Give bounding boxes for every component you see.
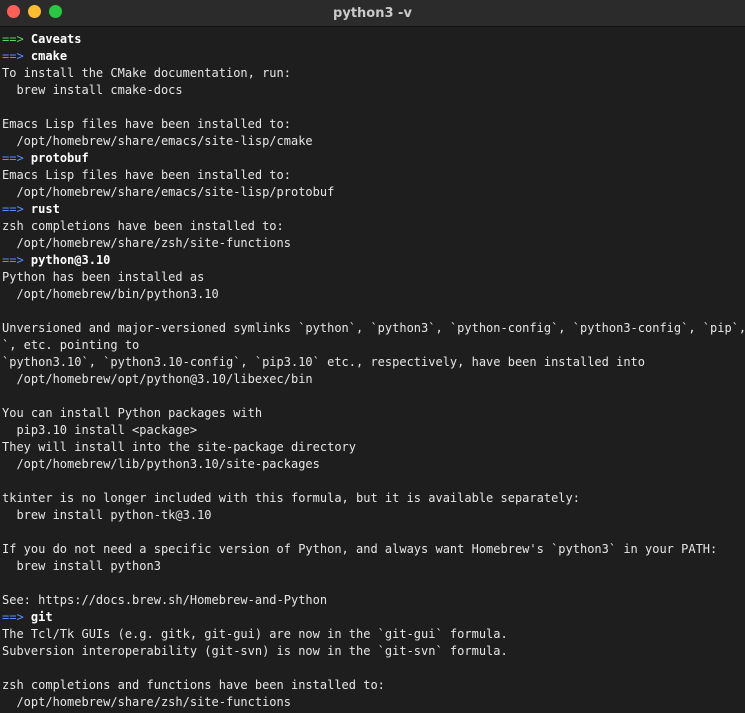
output-line: Unversioned and major-versioned symlinks…: [2, 321, 745, 335]
arrow-marker: ==>: [2, 253, 24, 267]
section-header: ==> rust: [2, 201, 745, 218]
section-header: ==> python@3.10: [2, 252, 745, 269]
output-line: Python has been installed as: [2, 270, 205, 284]
minimize-button[interactable]: [28, 5, 41, 18]
output-line: Subversion interoperability (git-svn) is…: [2, 644, 508, 658]
arrow-marker: ==>: [2, 151, 24, 165]
section-title: rust: [30, 202, 60, 216]
output-line: They will install into the site-package …: [2, 440, 357, 454]
output-line: pip3.10 install <package>: [2, 423, 198, 437]
output-line: /opt/homebrew/share/emacs/site-lisp/cmak…: [2, 134, 313, 148]
arrow-marker: ==>: [2, 610, 24, 624]
section-header: ==> Caveats: [2, 31, 745, 48]
output-line: brew install python3: [2, 559, 161, 573]
output-line: Emacs Lisp files have been installed to:: [2, 117, 291, 131]
section-title: cmake: [30, 49, 68, 63]
output-line: See: https://docs.brew.sh/Homebrew-and-P…: [2, 593, 328, 607]
output-line: /opt/homebrew/opt/python@3.10/libexec/bi…: [2, 372, 313, 386]
output-line: `, etc. pointing to: [2, 338, 140, 352]
output-line: The Tcl/Tk GUIs (e.g. gitk, git-gui) are…: [2, 627, 508, 641]
output-line: You can install Python packages with: [2, 406, 263, 420]
output-line: If you do not need a specific version of…: [2, 542, 718, 556]
title-bar[interactable]: python3 -v: [0, 0, 745, 27]
output-line: /opt/homebrew/share/zsh/site-functions: [2, 236, 291, 250]
window-title: python3 -v: [333, 5, 412, 21]
arrow-marker: ==>: [2, 32, 24, 46]
output-line: /opt/homebrew/bin/python3.10: [2, 287, 219, 301]
section-title: git: [30, 610, 53, 624]
arrow-marker: ==>: [2, 202, 24, 216]
output-line: /opt/homebrew/lib/python3.10/site-packag…: [2, 457, 320, 471]
output-line: /opt/homebrew/share/emacs/site-lisp/prot…: [2, 185, 335, 199]
output-line: brew install python-tk@3.10: [2, 508, 212, 522]
output-line: tkinter is no longer included with this …: [2, 491, 580, 505]
window-controls: [7, 5, 62, 18]
output-line: brew install cmake-docs: [2, 83, 183, 97]
output-line: Emacs Lisp files have been installed to:: [2, 168, 291, 182]
output-line: `python3.10`, `python3.10-config`, `pip3…: [2, 355, 645, 369]
section-header: ==> git: [2, 609, 745, 626]
arrow-marker: ==>: [2, 49, 24, 63]
section-header: ==> protobuf: [2, 150, 745, 167]
section-title: python@3.10: [30, 253, 111, 267]
output-line: To install the CMake documentation, run:: [2, 66, 291, 80]
output-line: zsh completions and functions have been …: [2, 678, 385, 692]
terminal-window: python3 -v ==> Caveats ==> cmake To instal…: [0, 0, 745, 713]
section-title: protobuf: [30, 151, 89, 165]
section-header: ==> cmake: [2, 48, 745, 65]
terminal-output[interactable]: ==> Caveats ==> cmake To install the CMake…: [0, 27, 745, 711]
close-button[interactable]: [7, 5, 20, 18]
section-title: Caveats: [30, 32, 82, 46]
output-line: zsh completions have been installed to:: [2, 219, 284, 233]
output-line: /opt/homebrew/share/zsh/site-functions: [2, 695, 291, 709]
maximize-button[interactable]: [49, 5, 62, 18]
